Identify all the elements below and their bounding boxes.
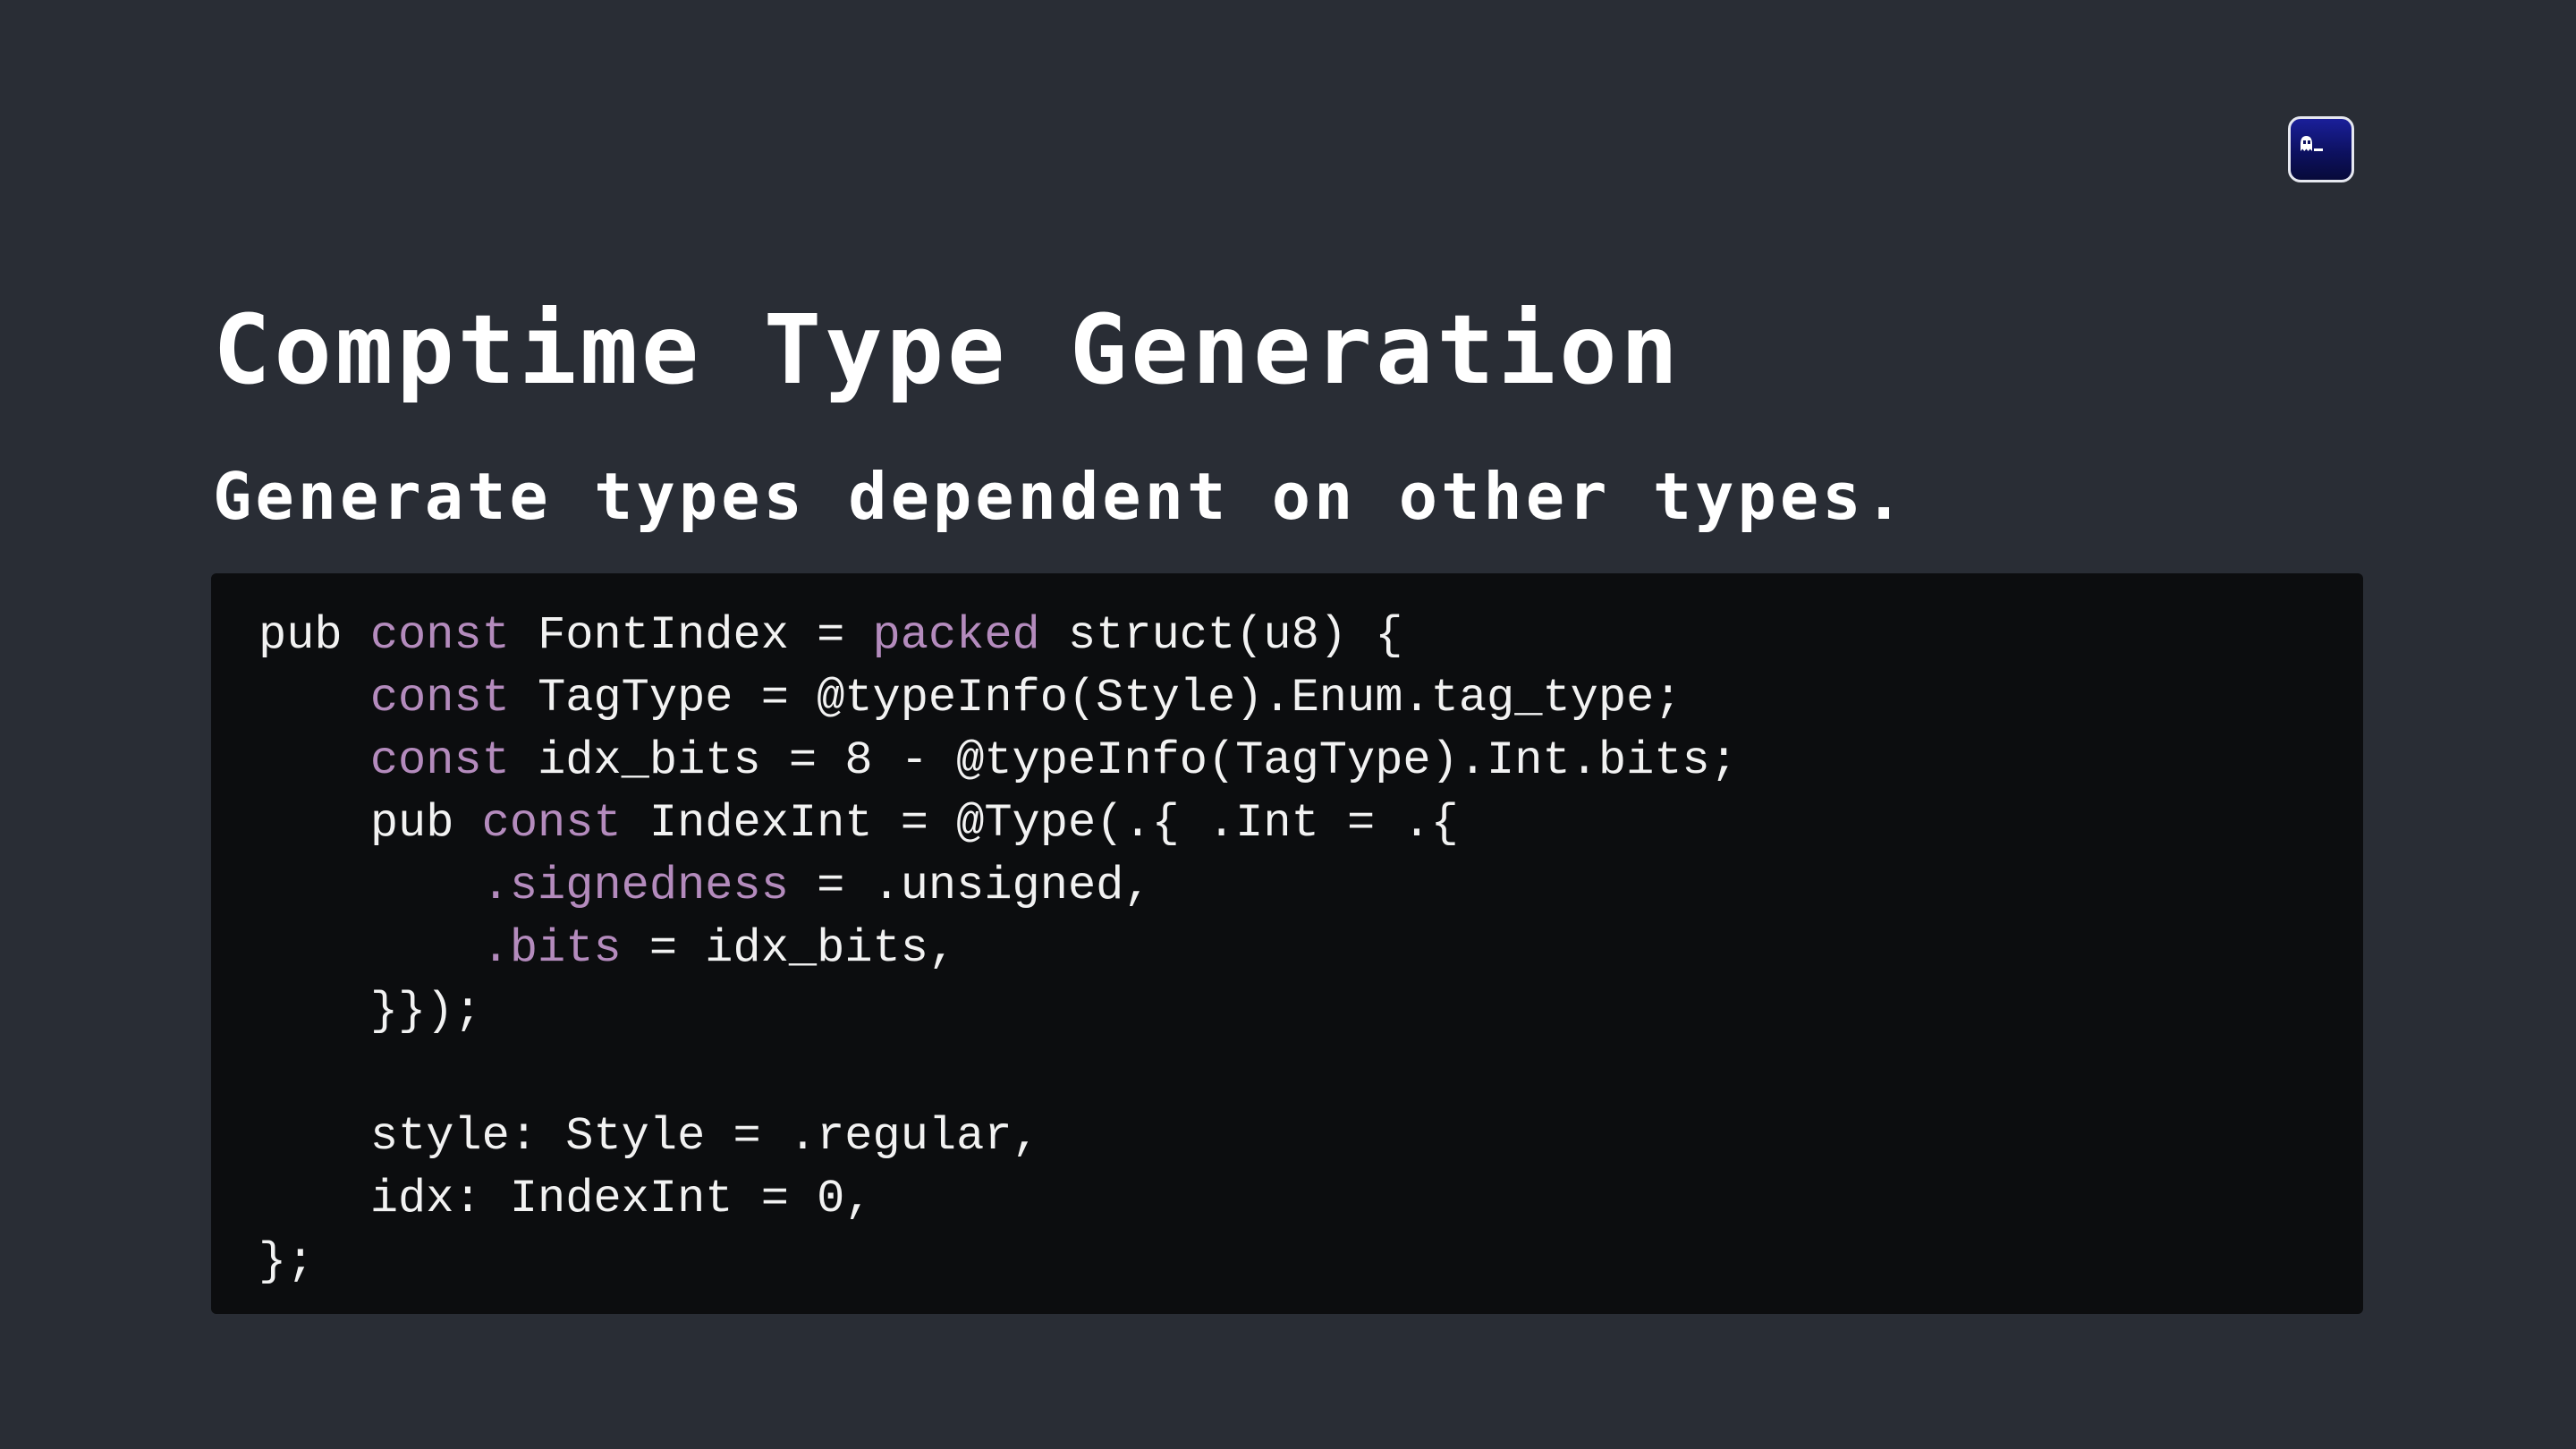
code-token: };	[258, 1235, 315, 1288]
code-token: TagType = @typeInfo(Style).Enum.tag_type…	[509, 672, 1682, 724]
code-line: }});	[258, 980, 2363, 1043]
ghostty-app-icon	[2288, 116, 2354, 182]
ghost-icon	[2301, 136, 2323, 151]
code-line: .bits = idx_bits,	[258, 918, 2363, 980]
code-line: const idx_bits = 8 - @typeInfo(TagType).…	[258, 730, 2363, 792]
code-line: .signedness = .unsigned,	[258, 855, 2363, 918]
code-token: style: Style = .regular,	[258, 1110, 1040, 1163]
slide-subtitle: Generate types dependent on other types.	[213, 459, 1907, 534]
code-line: };	[258, 1231, 2363, 1293]
code-line: pub const FontIndex = packed struct(u8) …	[258, 605, 2363, 667]
code-keyword-token: .bits	[481, 922, 622, 975]
code-keyword-token: const	[369, 609, 510, 662]
code-line: idx: IndexInt = 0,	[258, 1168, 2363, 1231]
code-line: const TagType = @typeInfo(Style).Enum.ta…	[258, 667, 2363, 730]
code-keyword-token: .signedness	[481, 860, 789, 912]
code-token: pub	[258, 797, 482, 850]
code-token: IndexInt = @Type(.{ .Int = .{	[621, 797, 1459, 850]
code-token: = idx_bits,	[621, 922, 957, 975]
code-keyword-token: const	[369, 672, 510, 724]
code-token: idx: IndexInt = 0,	[258, 1173, 873, 1225]
code-keyword-token: const	[369, 734, 510, 787]
code-token: pub	[258, 609, 370, 662]
code-keyword-token: packed	[872, 609, 1040, 662]
code-token: idx_bits = 8 - @typeInfo(TagType).Int.bi…	[509, 734, 1738, 787]
code-token: FontIndex =	[509, 609, 873, 662]
code-token: struct(u8) {	[1039, 609, 1403, 662]
code-line: style: Style = .regular,	[258, 1106, 2363, 1168]
code-keyword-token: const	[481, 797, 622, 850]
code-token: }});	[258, 985, 482, 1038]
code-block: pub const FontIndex = packed struct(u8) …	[211, 573, 2363, 1314]
code-token: = .unsigned,	[788, 860, 1152, 912]
code-line: pub const IndexInt = @Type(.{ .Int = .{	[258, 792, 2363, 855]
slide-title: Comptime Type Generation	[213, 295, 1682, 406]
